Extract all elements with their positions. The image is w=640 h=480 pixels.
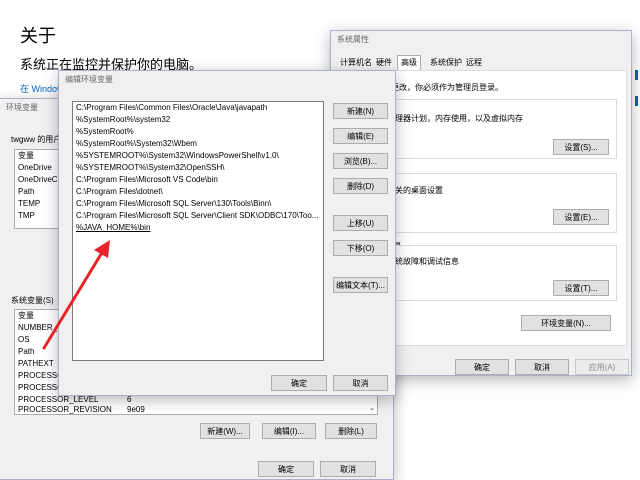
annotation-arrow-icon bbox=[42, 240, 110, 350]
